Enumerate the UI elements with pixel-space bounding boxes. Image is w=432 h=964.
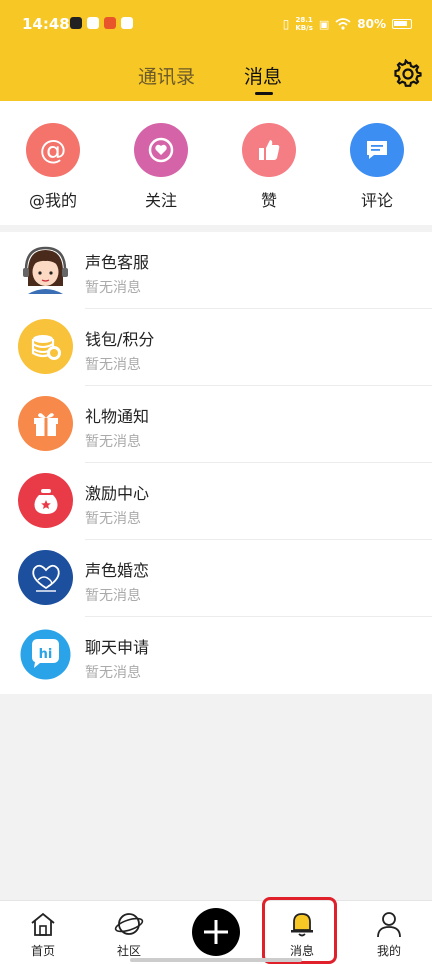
messages-highlight-frame: [262, 897, 337, 964]
status-bar: 14:48 ▯ 28.1 KB/s ▣ 80%: [0, 0, 432, 50]
quick-actions: @ @我的 关注 赞 评论: [0, 101, 432, 225]
list-item-gift[interactable]: 礼物通知 暂无消息: [0, 386, 432, 463]
message-list: 声色客服 暂无消息 钱包/积分 暂无消息 礼物通知 暂无消息 激励中心 暂无消息…: [0, 232, 432, 694]
tiktok-icon: [70, 17, 82, 29]
active-tab-indicator: [255, 92, 273, 95]
net-speed: 28.1 KB/s: [295, 16, 313, 32]
list-item-rewards[interactable]: 激励中心 暂无消息: [0, 463, 432, 540]
heart-logo-icon: [18, 550, 73, 605]
list-item-title: 激励中心: [85, 484, 150, 503]
battery-icon: [392, 19, 412, 29]
wifi-icon: [335, 18, 351, 30]
person-icon: [377, 912, 401, 938]
notification-icons: [70, 17, 133, 29]
list-item-subtitle: 暂无消息: [85, 588, 141, 604]
list-item-title: 聊天申请: [85, 638, 150, 657]
list-item-title: 声色客服: [85, 253, 150, 272]
bottom-nav: 首页 社区 消息 我的: [0, 900, 432, 964]
home-icon: [31, 912, 55, 936]
svg-text:hi: hi: [39, 647, 53, 662]
nav-home[interactable]: 首页: [13, 909, 73, 959]
plus-icon: [204, 920, 228, 944]
status-right: ▯ 28.1 KB/s ▣ 80%: [283, 16, 412, 32]
list-item-wallet[interactable]: 钱包/积分 暂无消息: [0, 309, 432, 386]
quick-follow[interactable]: 关注: [121, 123, 201, 211]
home-indicator: [130, 958, 302, 962]
comment-icon: [350, 123, 404, 177]
list-item-title: 声色婚恋: [85, 561, 150, 580]
header: 14:48 ▯ 28.1 KB/s ▣ 80% 通讯录 消息: [0, 0, 432, 101]
gear-icon[interactable]: [393, 59, 423, 89]
quick-comment[interactable]: 评论: [337, 123, 417, 211]
list-item-customer-service[interactable]: 声色客服 暂无消息: [0, 232, 432, 309]
tab-contacts[interactable]: 通讯录: [138, 62, 195, 89]
list-item-subtitle: 暂无消息: [85, 665, 141, 681]
list-item-subtitle: 暂无消息: [85, 434, 141, 450]
planet-icon: [114, 913, 144, 935]
nav-profile[interactable]: 我的: [359, 909, 419, 959]
coins-icon: [18, 319, 73, 374]
battery-percent: 80%: [357, 17, 386, 31]
reward-bag-icon: [18, 473, 73, 528]
list-item-subtitle: 暂无消息: [85, 280, 141, 296]
quick-at-me[interactable]: @ @我的: [13, 123, 93, 211]
gift-icon: [18, 396, 73, 451]
thumbs-up-icon: [242, 123, 296, 177]
tab-messages[interactable]: 消息: [244, 62, 282, 89]
nav-community[interactable]: 社区: [99, 909, 159, 959]
heart-icon: [134, 123, 188, 177]
list-item-subtitle: 暂无消息: [85, 511, 141, 527]
list-item-chat-request[interactable]: hi 聊天申请 暂无消息: [0, 617, 432, 694]
cloud-icon: [87, 17, 99, 29]
list-item-title: 钱包/积分: [85, 330, 155, 349]
list-item-title: 礼物通知: [85, 407, 150, 426]
at-icon: @: [26, 123, 80, 177]
vibrate-icon: ▯: [282, 17, 290, 31]
hi-chat-icon: hi: [18, 627, 73, 682]
sim-icon: ▣: [318, 17, 330, 31]
sync-icon: [121, 17, 133, 29]
list-item-dating[interactable]: 声色婚恋 暂无消息: [0, 540, 432, 617]
list-item-subtitle: 暂无消息: [85, 357, 141, 373]
app-notification-icon: [104, 17, 116, 29]
status-time: 14:48: [22, 15, 70, 33]
support-agent-avatar: [18, 242, 73, 297]
quick-like[interactable]: 赞: [229, 123, 309, 211]
header-tabs: 通讯录 消息: [0, 58, 432, 98]
plus-button[interactable]: [192, 908, 240, 956]
